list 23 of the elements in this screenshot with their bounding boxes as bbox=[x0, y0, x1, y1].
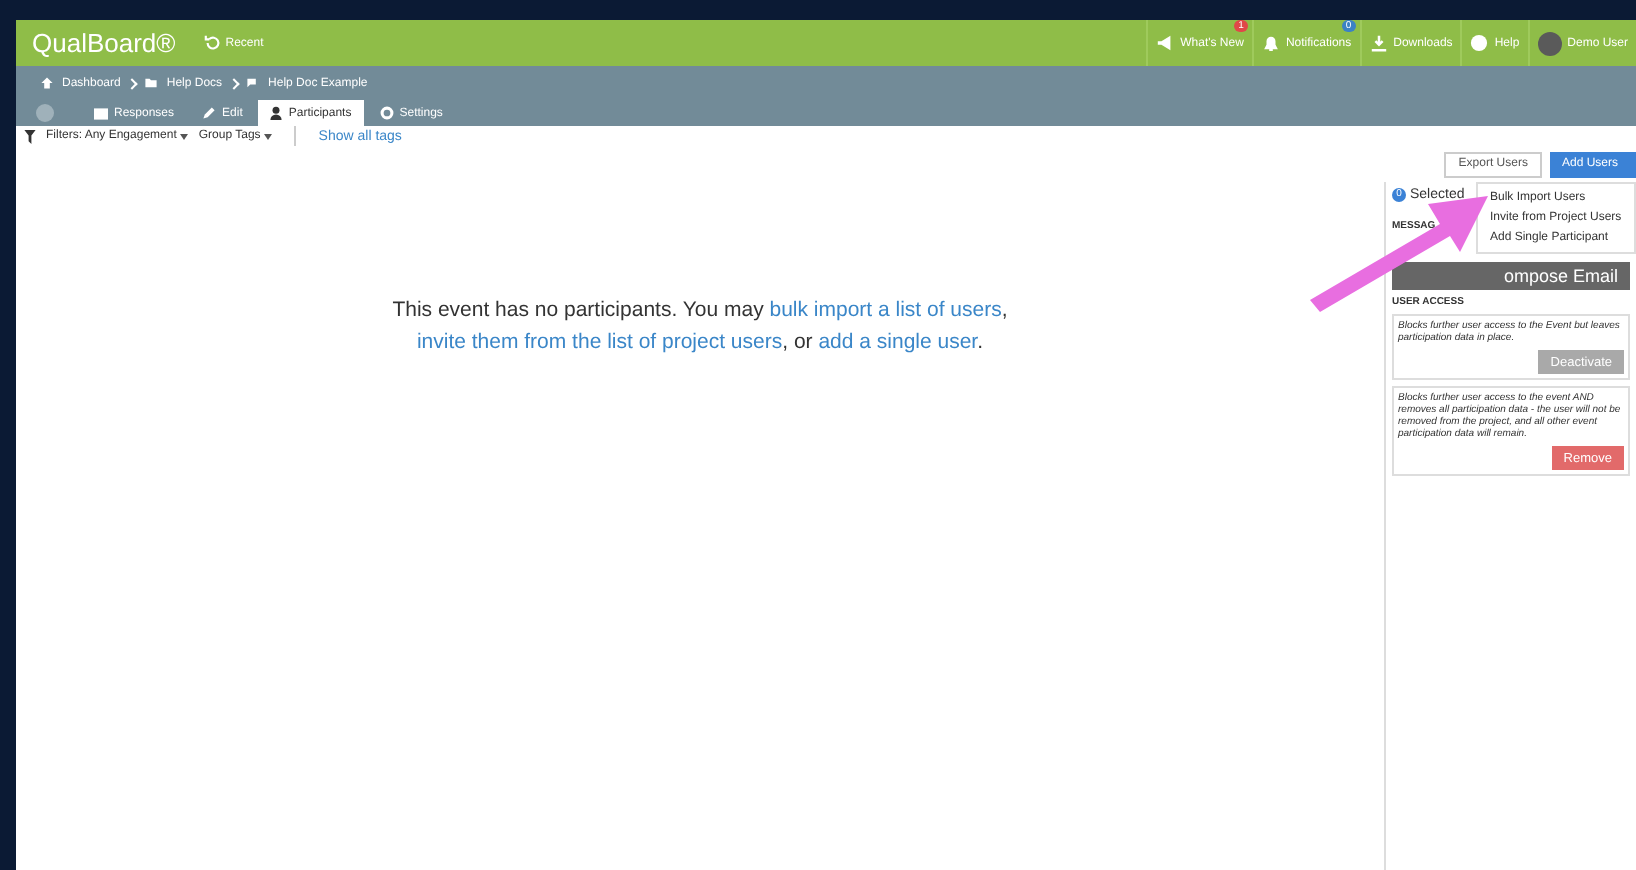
pencil-icon bbox=[202, 106, 217, 120]
compose-email-button[interactable]: ompose Email bbox=[1392, 262, 1630, 290]
card-icon bbox=[94, 107, 108, 119]
caret-icon bbox=[264, 133, 273, 139]
settings-icon bbox=[379, 106, 394, 120]
home-icon bbox=[40, 76, 54, 90]
chevron-icon bbox=[127, 77, 139, 89]
folder-icon bbox=[144, 76, 159, 90]
inline-link[interactable]: bulk import a list of users bbox=[769, 298, 1002, 322]
chevron-icon bbox=[228, 77, 240, 89]
inline-link[interactable]: invite them from the list of project users bbox=[416, 330, 783, 354]
megaphone-icon bbox=[1156, 34, 1175, 52]
filter-icon bbox=[24, 129, 36, 143]
inline-link[interactable]: add a single user bbox=[818, 330, 978, 354]
person-icon bbox=[270, 106, 283, 120]
app-logo[interactable]: QualBoard® bbox=[16, 28, 192, 58]
empty-state-message: This event has no participants. You may bulk import a list of users, invite them from the list of project users, or add a single user. bbox=[392, 296, 1008, 358]
history-icon bbox=[203, 34, 222, 52]
download-icon bbox=[1369, 34, 1388, 52]
chat-icon bbox=[246, 76, 261, 90]
bell-icon bbox=[1261, 34, 1280, 52]
caret-icon bbox=[180, 133, 189, 139]
avatar-icon bbox=[1537, 31, 1562, 55]
